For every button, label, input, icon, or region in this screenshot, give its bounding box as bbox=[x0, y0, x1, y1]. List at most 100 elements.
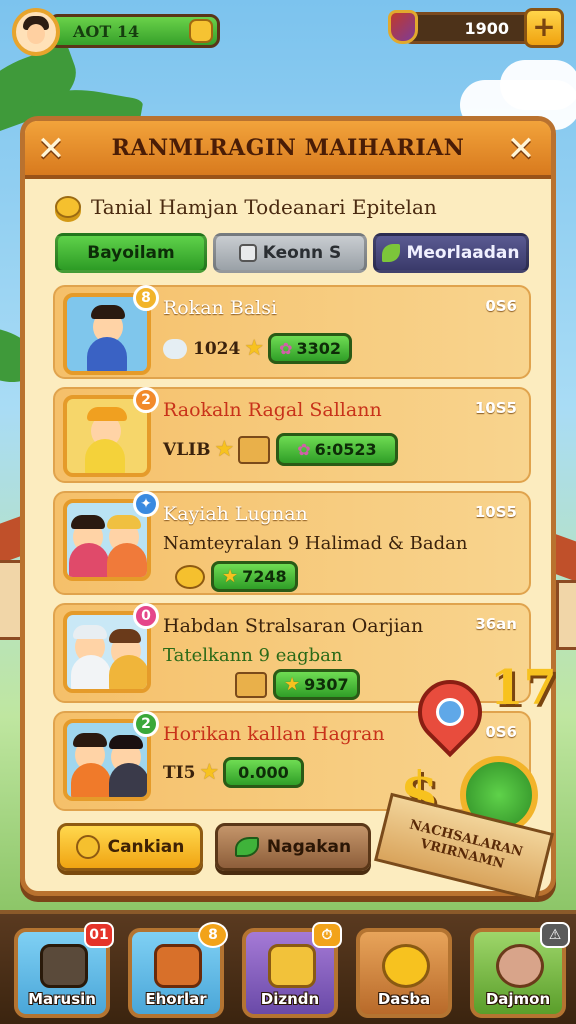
score-value: 3302 bbox=[296, 339, 341, 358]
nav-label: Ehorlar bbox=[145, 990, 207, 1008]
score-pill: ★ 9307 bbox=[273, 669, 360, 700]
tab-third[interactable]: Meorlaadan bbox=[373, 233, 529, 273]
panel-subtitle-row: Tanial Hamjan Todeanari Epitelan bbox=[55, 191, 437, 223]
score-value: 0.000 bbox=[238, 763, 289, 782]
close-icon[interactable]: ✕ bbox=[33, 131, 69, 167]
panel-header: ✕ RANMLRAGIN MAIHARIAN ✕ bbox=[25, 121, 551, 179]
tab-second[interactable]: Keonn S bbox=[213, 233, 367, 273]
score-value: 9307 bbox=[304, 675, 349, 694]
rank-badge: 2 bbox=[133, 387, 159, 413]
row-stats: TI5 ★ 0.000 bbox=[163, 757, 304, 788]
cloud-icon bbox=[163, 338, 187, 359]
player-name: Rokan Balsi bbox=[163, 297, 278, 319]
coin-icon bbox=[175, 564, 205, 589]
star-icon: ★ bbox=[199, 759, 220, 785]
stat-value: VLIB bbox=[163, 439, 211, 460]
row-time: 36an bbox=[475, 615, 517, 633]
bag-icon bbox=[40, 944, 88, 988]
scroll-icon bbox=[154, 944, 202, 988]
leaf-icon bbox=[234, 837, 259, 857]
gem-icon bbox=[388, 10, 418, 44]
chest-icon bbox=[235, 671, 267, 698]
coin-icon[interactable] bbox=[189, 19, 213, 43]
nav-label: Dizndn bbox=[260, 990, 320, 1008]
score-value: 6:0523 bbox=[314, 440, 377, 459]
panel-title: RANMLRAGIN MAIHARIAN bbox=[111, 135, 465, 161]
tab-label: Meorlaadan bbox=[406, 243, 520, 263]
list-item[interactable]: 2 Raokaln Ragal Sallann 10S5 VLIB ★ ✿ 6:0… bbox=[53, 387, 531, 483]
nav-item-creature[interactable]: Dajmon ⚠ bbox=[470, 922, 570, 1018]
level-bar: AOT 14 bbox=[48, 14, 220, 48]
coin-icon bbox=[75, 835, 100, 859]
rank-badge: 2 bbox=[133, 711, 159, 737]
tab-label: Bayoilam bbox=[87, 243, 175, 263]
stat-value: 1024 bbox=[193, 338, 241, 359]
nav-item-shop[interactable]: Dizndn ⏱ bbox=[242, 922, 342, 1018]
row-description: Namteyralan 9 Halimad & Badan bbox=[163, 533, 468, 554]
pet-icon bbox=[382, 944, 430, 988]
reward-number: 17 bbox=[490, 660, 557, 716]
claim-button[interactable]: Cankian bbox=[57, 823, 203, 871]
secondary-button[interactable]: Nagakan bbox=[215, 823, 371, 871]
row-time: 10S5 bbox=[474, 503, 517, 521]
row-stats: ★ 7248 bbox=[175, 561, 298, 592]
rank-badge: 8 bbox=[133, 285, 159, 311]
score-pill: ✿ 3302 bbox=[268, 333, 352, 364]
row-stats: 1024 ★ ✿ 3302 bbox=[163, 333, 352, 364]
timer-badge: ⏱ bbox=[312, 922, 342, 948]
notification-badge: 8 bbox=[198, 922, 228, 948]
player-name: Habdan Stralsaran Oarjian bbox=[163, 615, 424, 637]
secondary-button-label: Nagakan bbox=[266, 837, 352, 857]
house bbox=[556, 580, 576, 650]
nav-item-scroll[interactable]: Ehorlar 8 bbox=[128, 922, 228, 1018]
rank-badge: 0 bbox=[133, 603, 159, 629]
score-pill: 0.000 bbox=[223, 757, 304, 788]
row-stats: VLIB ★ ✿ 6:0523 bbox=[163, 433, 398, 466]
rank-badge: ✦ bbox=[133, 491, 159, 517]
grid-icon bbox=[238, 244, 257, 262]
tab-label: Keonn S bbox=[262, 243, 342, 263]
row-time: 10S5 bbox=[474, 399, 517, 417]
flower-icon: ✿ bbox=[297, 440, 311, 459]
star-icon: ★ bbox=[214, 436, 235, 462]
list-item[interactable]: ✦ Kayiah Lugnan 10S5 Namteyralan 9 Halim… bbox=[53, 491, 531, 595]
alert-badge: ⚠ bbox=[540, 922, 570, 948]
leaf-icon bbox=[382, 244, 401, 262]
coin-stack-icon bbox=[55, 196, 81, 218]
score-value: 7248 bbox=[242, 567, 287, 586]
level-text: AOT 14 bbox=[73, 21, 140, 41]
player-name: Kayiah Lugnan bbox=[163, 503, 308, 525]
cloud bbox=[500, 60, 576, 110]
chest-icon bbox=[238, 435, 271, 464]
treasure-icon bbox=[268, 944, 316, 988]
row-description: Tatelkann 9 eagban bbox=[163, 645, 343, 666]
flower-icon: ✿ bbox=[279, 339, 293, 358]
nav-label: Marusin bbox=[28, 990, 96, 1008]
player-hud: AOT 14 bbox=[12, 8, 220, 56]
tab-bar: Bayoilam Keonn S Meorlaadan bbox=[55, 233, 529, 273]
stat-value: TI5 bbox=[163, 762, 196, 783]
close-button[interactable]: ✕ bbox=[503, 131, 539, 167]
star-icon: ★ bbox=[244, 335, 265, 361]
nav-item-bag[interactable]: Marusin 01 bbox=[14, 922, 114, 1018]
nav-item-pet[interactable]: Dasba bbox=[356, 928, 452, 1018]
panel-subtitle: Tanial Hamjan Todeanari Epitelan bbox=[91, 195, 437, 219]
player-name: Raokaln Ragal Sallann bbox=[163, 399, 382, 421]
player-avatar[interactable] bbox=[12, 8, 60, 56]
player-name: Horikan kallan Hagran bbox=[163, 723, 385, 745]
currency-hud: 1900 + bbox=[388, 8, 564, 48]
nav-label: Dasba bbox=[377, 990, 431, 1008]
row-stats: ★ 9307 bbox=[235, 669, 360, 700]
score-pill: ★ 7248 bbox=[211, 561, 298, 592]
tab-first[interactable]: Bayoilam bbox=[55, 233, 207, 273]
add-currency-button[interactable]: + bbox=[524, 8, 564, 48]
star-icon: ★ bbox=[222, 565, 239, 587]
nav-label: Dajmon bbox=[485, 990, 551, 1008]
notification-badge: 01 bbox=[84, 922, 114, 948]
creature-icon bbox=[496, 944, 544, 988]
row-time: 0S6 bbox=[485, 297, 517, 315]
row-time: 0S6 bbox=[485, 723, 517, 741]
list-item[interactable]: 8 Rokan Balsi 0S6 1024 ★ ✿ 3302 bbox=[53, 285, 531, 379]
currency-amount: 1900 bbox=[464, 18, 509, 38]
bottom-nav: Marusin 01 Ehorlar 8 Dizndn ⏱ Dasba Dajm… bbox=[0, 910, 576, 1024]
